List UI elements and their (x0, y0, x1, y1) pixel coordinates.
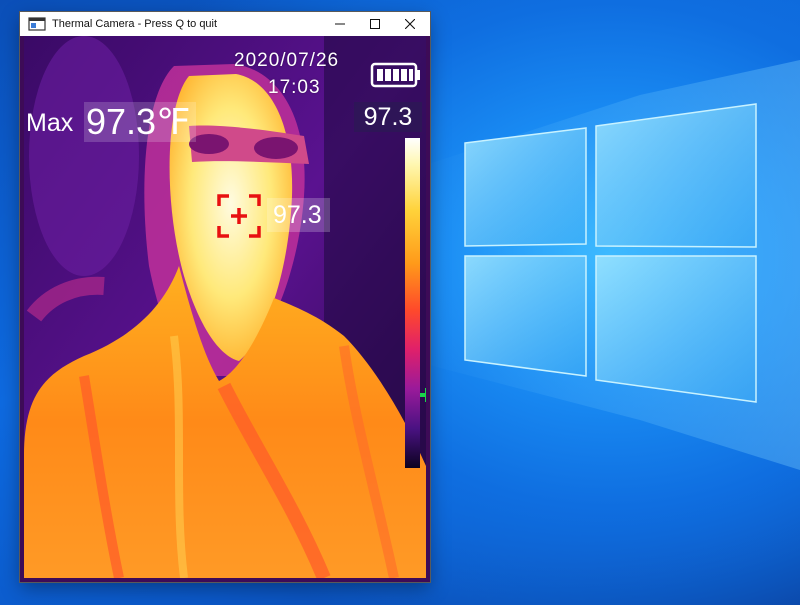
crosshair-icon (217, 194, 261, 238)
date-readout: 2020/07/26 (234, 50, 340, 71)
window-title: Thermal Camera - Press Q to quit (52, 18, 218, 30)
battery-icon (370, 62, 420, 88)
plus-icon (420, 388, 426, 402)
minimize-icon (335, 23, 345, 25)
scale-max-value: 97.3 (354, 102, 422, 132)
thermal-image-viewport: 2020/07/26 17:03 Max 97.3℉ 97.3 97.3 (24, 36, 426, 578)
time-readout: 17:03 (268, 77, 321, 98)
minimize-button[interactable] (320, 12, 360, 36)
max-temperature: 97.3℉ (84, 102, 197, 142)
close-icon (405, 19, 415, 29)
windows-logo (410, 60, 800, 470)
maximize-icon (370, 19, 380, 29)
app-window-icon (28, 17, 46, 31)
max-label: Max (26, 109, 74, 137)
thermal-camera-window[interactable]: Thermal Camera - Press Q to quit 2020/07… (20, 12, 430, 582)
center-temperature: 97.3 (267, 198, 330, 232)
color-scale-bar (405, 138, 420, 468)
close-button[interactable] (390, 12, 430, 36)
maximize-button[interactable] (355, 12, 395, 36)
window-titlebar[interactable]: Thermal Camera - Press Q to quit (20, 12, 430, 36)
